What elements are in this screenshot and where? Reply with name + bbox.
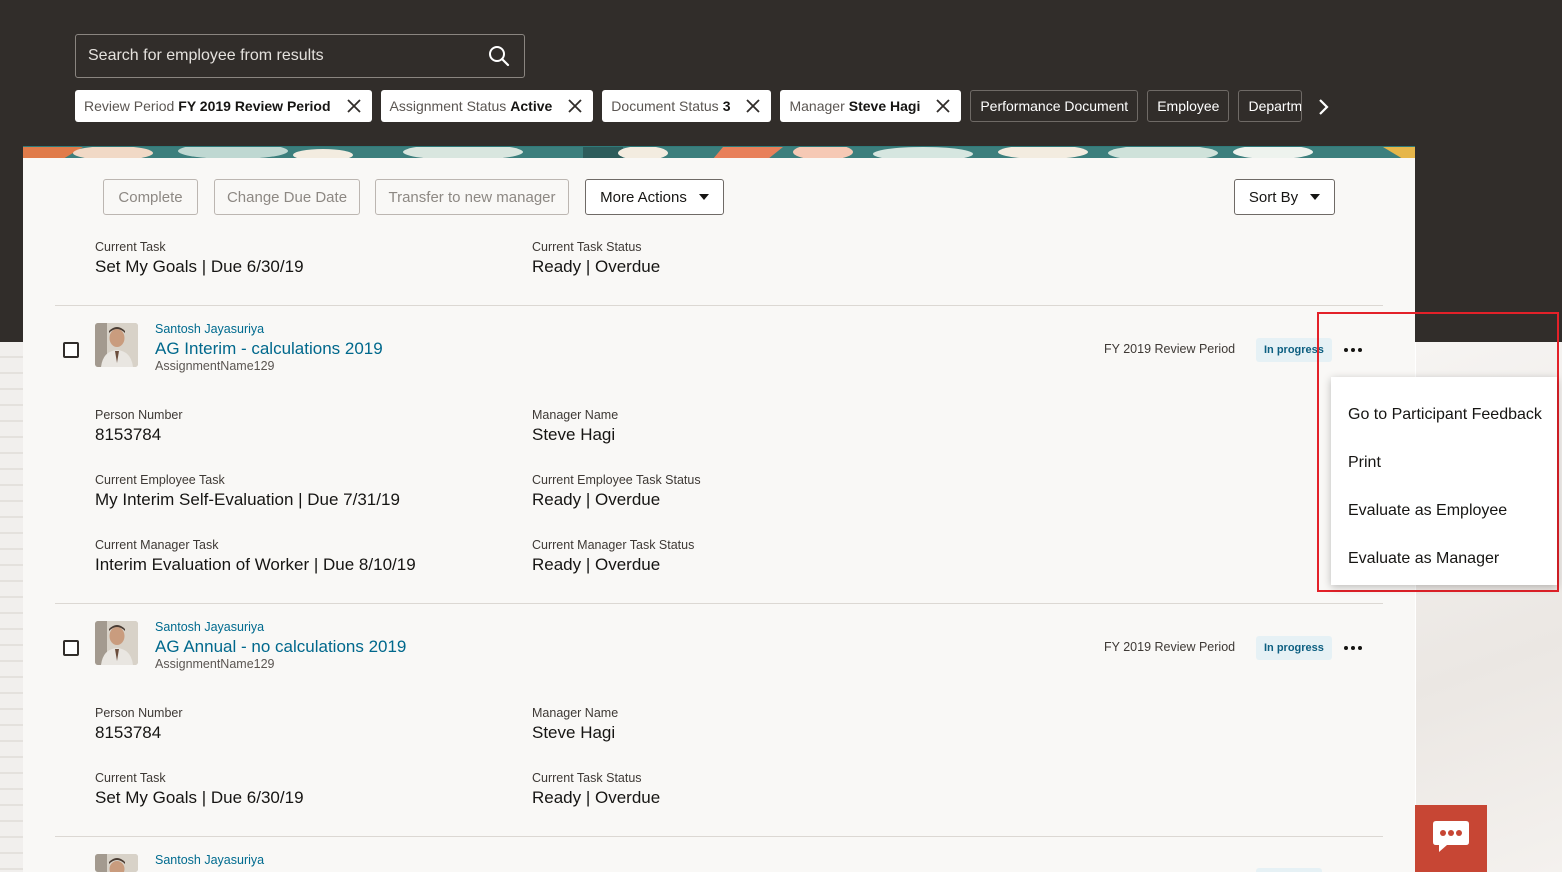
left-strip-pattern bbox=[0, 342, 23, 872]
field-label: Current Task bbox=[95, 240, 166, 254]
menu-item-print[interactable]: Print bbox=[1331, 439, 1557, 487]
person-number-field: Person Number 8153784 bbox=[95, 408, 183, 445]
filter-employee[interactable]: Employee bbox=[1147, 90, 1230, 122]
close-icon[interactable] bbox=[934, 97, 952, 115]
field-label: Current Employee Task Status bbox=[532, 473, 701, 487]
row-checkbox[interactable] bbox=[63, 640, 79, 656]
search-field[interactable] bbox=[75, 34, 525, 78]
field-label: Person Number bbox=[95, 408, 183, 422]
current-task-field: Current Task Set My Goals | Due 6/30/19 bbox=[95, 240, 304, 277]
assignment-name: AssignmentName129 bbox=[155, 359, 275, 373]
chip-document-status[interactable]: Document Status 3 bbox=[602, 90, 772, 122]
close-icon[interactable] bbox=[566, 97, 584, 115]
more-actions-label: More Actions bbox=[600, 188, 687, 206]
close-icon[interactable] bbox=[345, 97, 363, 115]
field-label: Manager Name bbox=[532, 706, 619, 720]
chip-label: Manager bbox=[789, 98, 845, 114]
field-value: Set My Goals | Due 6/30/19 bbox=[95, 788, 304, 807]
field-value: Steve Hagi bbox=[532, 723, 616, 742]
field-value: Set My Goals | Due 6/30/19 bbox=[95, 257, 304, 276]
field-value: 8153784 bbox=[95, 425, 162, 444]
chip-value: 3 bbox=[722, 98, 731, 114]
more-icon[interactable] bbox=[1339, 638, 1367, 658]
document-title-link[interactable]: AG Annual - no calculations 2019 bbox=[155, 637, 406, 657]
current-task-status-field: Current Task Status Ready | Overdue bbox=[532, 240, 660, 277]
person-name-link[interactable]: Santosh Jayasuriya bbox=[155, 853, 264, 867]
decorative-banner bbox=[23, 146, 1415, 158]
chip-label: Assignment Status bbox=[389, 98, 507, 114]
caret-down-icon bbox=[1310, 194, 1321, 200]
manager-task-status-field: Current Manager Task Status Ready | Over… bbox=[532, 538, 694, 575]
change-due-date-button[interactable]: Change Due Date bbox=[214, 179, 360, 215]
manager-name-field: Manager Name Steve Hagi bbox=[532, 706, 618, 743]
review-period: FY 2019 Review Period bbox=[1104, 640, 1236, 654]
employee-task-status-field: Current Employee Task Status Ready | Ove… bbox=[532, 473, 701, 510]
field-value: Steve Hagi bbox=[532, 425, 616, 444]
avatar bbox=[95, 854, 138, 872]
field-value: Ready | Overdue bbox=[532, 788, 661, 807]
person-number-field: Person Number 8153784 bbox=[95, 706, 183, 743]
field-value: My Interim Self-Evaluation | Due 7/31/19 bbox=[95, 490, 400, 509]
chip-label: Review Period bbox=[84, 98, 175, 114]
chip-value: FY 2019 Review Period bbox=[178, 98, 331, 114]
assignment-name: AssignmentName129 bbox=[155, 657, 275, 671]
review-period: FY 2019 Review Period bbox=[1104, 342, 1236, 356]
menu-item-evaluate-manager[interactable]: Evaluate as Manager bbox=[1331, 535, 1557, 583]
status-badge bbox=[1256, 868, 1322, 872]
complete-button[interactable]: Complete bbox=[103, 179, 198, 215]
chip-label: Document Status bbox=[611, 98, 719, 114]
manager-name-field: Manager Name Steve Hagi bbox=[532, 408, 618, 445]
transfer-manager-button[interactable]: Transfer to new manager bbox=[375, 179, 569, 215]
sort-by-button[interactable]: Sort By bbox=[1234, 179, 1335, 215]
caret-down-icon bbox=[698, 194, 709, 200]
search-icon[interactable] bbox=[486, 43, 512, 69]
field-value: 8153784 bbox=[95, 723, 162, 742]
field-label: Current Task bbox=[95, 771, 166, 785]
divider bbox=[55, 305, 1383, 306]
filter-department[interactable]: Department bbox=[1238, 90, 1303, 122]
employee-task-field: Current Employee Task My Interim Self-Ev… bbox=[95, 473, 400, 510]
right-header-background bbox=[1416, 0, 1562, 342]
field-value: Ready | Overdue bbox=[532, 555, 661, 574]
current-task-status-field: Current Task Status Ready | Overdue bbox=[532, 771, 660, 808]
chip-review-period[interactable]: Review Period FY 2019 Review Period bbox=[75, 90, 372, 122]
field-value: Ready | Overdue bbox=[532, 257, 661, 276]
avatar bbox=[95, 621, 138, 665]
field-value: Interim Evaluation of Worker | Due 8/10/… bbox=[95, 555, 416, 574]
manager-task-field: Current Manager Task Interim Evaluation … bbox=[95, 538, 416, 575]
chip-value: Steve Hagi bbox=[848, 98, 921, 114]
filter-performance-document[interactable]: Performance Document bbox=[970, 90, 1139, 122]
chat-icon bbox=[1431, 818, 1471, 859]
field-label: Current Manager Task Status bbox=[532, 538, 695, 552]
chip-assignment-status[interactable]: Assignment Status Active bbox=[380, 90, 594, 122]
document-title-link[interactable]: AG Interim - calculations 2019 bbox=[155, 339, 383, 359]
chip-value: Active bbox=[510, 98, 553, 114]
field-value: Ready | Overdue bbox=[532, 490, 661, 509]
chat-button[interactable] bbox=[1415, 805, 1487, 872]
chip-manager[interactable]: Manager Steve Hagi bbox=[780, 90, 962, 122]
actions-menu: Go to Participant Feedback Print Evaluat… bbox=[1331, 377, 1557, 585]
row-checkbox[interactable] bbox=[63, 342, 79, 358]
field-label: Manager Name bbox=[532, 408, 619, 422]
more-actions-button[interactable]: More Actions bbox=[585, 179, 724, 215]
field-label: Current Task Status bbox=[532, 240, 642, 254]
sort-by-label: Sort By bbox=[1248, 188, 1299, 206]
status-badge: In progress bbox=[1256, 636, 1332, 660]
menu-item-participant-feedback[interactable]: Go to Participant Feedback bbox=[1331, 391, 1557, 439]
current-task-field: Current Task Set My Goals | Due 6/30/19 bbox=[95, 771, 304, 808]
filter-chips: Review Period FY 2019 Review Period Assi… bbox=[75, 90, 1305, 122]
person-name-link[interactable]: Santosh Jayasuriya bbox=[155, 322, 264, 336]
chevron-right-icon[interactable] bbox=[1313, 96, 1333, 118]
divider bbox=[55, 836, 1383, 837]
menu-item-evaluate-employee[interactable]: Evaluate as Employee bbox=[1331, 487, 1557, 535]
divider bbox=[55, 603, 1383, 604]
field-label: Current Task Status bbox=[532, 771, 642, 785]
field-label: Current Employee Task bbox=[95, 473, 225, 487]
field-label: Person Number bbox=[95, 706, 183, 720]
field-label: Current Manager Task bbox=[95, 538, 219, 552]
person-name-link[interactable]: Santosh Jayasuriya bbox=[155, 620, 264, 634]
close-icon[interactable] bbox=[744, 97, 762, 115]
search-input[interactable] bbox=[88, 47, 486, 65]
avatar bbox=[95, 323, 138, 367]
